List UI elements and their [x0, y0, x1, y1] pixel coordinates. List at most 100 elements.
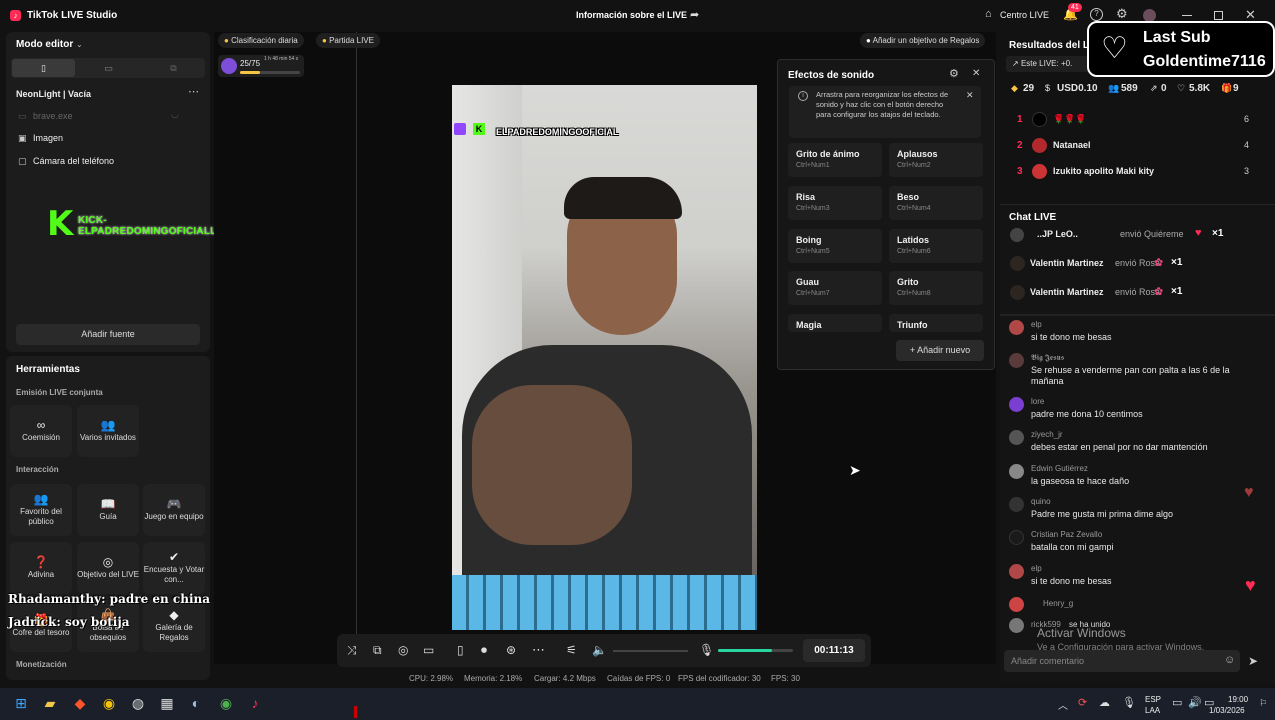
- tool-team-game[interactable]: 🎮 Juego en equipo: [143, 484, 205, 536]
- tray-cloud-icon[interactable]: ☁: [1099, 696, 1110, 709]
- tool-fan-favorite[interactable]: 👥 Favorito del público: [10, 484, 72, 536]
- network-icon[interactable]: ▭: [1172, 696, 1182, 709]
- tray-app-icon[interactable]: ⟳: [1078, 696, 1087, 709]
- comment-input[interactable]: Añadir comentario ☺: [1004, 650, 1240, 672]
- tray-chevron-icon[interactable]: ︿: [1058, 697, 1068, 712]
- source-image[interactable]: Imagen: [33, 133, 63, 143]
- tool-poll[interactable]: ✔ Encuesta y Votar con...: [143, 542, 205, 594]
- tiktok-studio-icon[interactable]: ♪: [244, 692, 266, 714]
- tool-guide[interactable]: 📖 Guía: [77, 484, 139, 536]
- maximize-icon[interactable]: [1214, 11, 1223, 20]
- hidden-eye-icon[interactable]: ◡: [171, 109, 179, 120]
- ranking-row-1[interactable]: 1 🌹🌹🌹 6: [1008, 112, 1263, 130]
- avatar: [1009, 320, 1024, 335]
- tool-guess[interactable]: ❓ Adivina: [10, 542, 72, 594]
- phone-icon[interactable]: ▯: [457, 643, 464, 657]
- scene-name[interactable]: NeonLight | Vacía: [16, 89, 91, 99]
- settings-gear-icon[interactable]: ⚙: [1116, 6, 1128, 22]
- ranking-row-3[interactable]: 3 Izukito apolito Maki kity 3: [1008, 164, 1263, 182]
- sfx-woof[interactable]: Guau Ctrl+Num7: [788, 271, 882, 305]
- sfx-boing[interactable]: Boing Ctrl+Num5: [788, 229, 882, 263]
- scene-more-icon[interactable]: ⋯: [188, 85, 199, 98]
- sfx-kiss[interactable]: Beso Ctrl+Num4: [889, 186, 983, 220]
- twitch-icon: [454, 123, 466, 135]
- creator-center-link[interactable]: Centro LIVE: [1000, 10, 1049, 20]
- effects-icon[interactable]: ⤨: [347, 643, 357, 658]
- tray-mic-icon[interactable]: 🎙: [1122, 696, 1136, 709]
- tool-live-goal[interactable]: ◎ Objetivo del LIVE: [77, 542, 139, 594]
- screen-share-icon[interactable]: ⧉: [373, 643, 382, 658]
- canvas-divider: [356, 32, 357, 662]
- sfx-heartbeat[interactable]: Latidos Ctrl+Num6: [889, 229, 983, 263]
- person-hair: [564, 177, 682, 219]
- clock-date[interactable]: 1/03/2026: [1209, 706, 1245, 715]
- this-live-chip[interactable]: ↗ Este LIVE: +0.: [1006, 56, 1096, 72]
- tool-gift-gallery[interactable]: ◆ Galería de Regalos: [143, 600, 205, 652]
- tool-cohost[interactable]: ∞ Coemisión: [10, 405, 72, 457]
- mic-slider[interactable]: [718, 649, 793, 652]
- dual-tab[interactable]: ⧉: [142, 59, 205, 77]
- rank-avatar: [1032, 164, 1047, 179]
- volume-slider[interactable]: [613, 650, 688, 652]
- minimize-icon[interactable]: [1182, 15, 1192, 16]
- chat-text: batalla con mi gampi: [1031, 542, 1114, 552]
- landscape-tab[interactable]: ▭: [77, 59, 140, 77]
- chrome-icon[interactable]: ◉: [98, 692, 120, 714]
- sfx-laugh[interactable]: Risa Ctrl+Num3: [788, 186, 882, 220]
- sfx-scream[interactable]: Grito Ctrl+Num8: [889, 271, 983, 305]
- steam-icon[interactable]: ◐: [185, 692, 207, 714]
- sfx-applause[interactable]: Aplausos Ctrl+Num2: [889, 143, 983, 177]
- close-panel-icon[interactable]: ✕: [972, 68, 980, 79]
- live-match-chip[interactable]: ● Partida LIVE: [316, 33, 380, 48]
- sfx-magic[interactable]: Magia: [788, 314, 882, 332]
- daily-rank-chip[interactable]: ● Clasificación diaria: [218, 33, 304, 48]
- windows-start-icon[interactable]: ⊞: [10, 692, 32, 714]
- dismiss-info-icon[interactable]: ✕: [966, 90, 974, 101]
- emoji-icon[interactable]: ☺: [1224, 654, 1235, 666]
- obs-icon[interactable]: ◍: [127, 692, 149, 714]
- portrait-tab[interactable]: ▯: [12, 59, 75, 77]
- keyboard-layout[interactable]: LAA: [1145, 706, 1160, 715]
- ranking-row-2[interactable]: 2 Natanael 4: [1008, 138, 1263, 156]
- panel-settings-icon[interactable]: ⚙: [949, 67, 959, 80]
- mic-icon[interactable]: 🎙: [699, 643, 714, 657]
- tool-multi-guest[interactable]: 👥 Varios invitados: [77, 405, 139, 457]
- goal-widget[interactable]: 25/75 1 h 48 min 54 s: [218, 55, 304, 77]
- chat-text: debes estar en penal por no dar mantenci…: [1031, 442, 1208, 452]
- gifts-value: 9: [1233, 83, 1239, 94]
- help-icon[interactable]: ?: [1090, 8, 1103, 21]
- language-code[interactable]: ESP: [1145, 695, 1161, 704]
- source-phone-camera[interactable]: Cámara del teléfono: [33, 156, 114, 166]
- share-icon[interactable]: ➦: [690, 8, 699, 21]
- brave-icon[interactable]: ◆: [69, 692, 91, 714]
- store-icon[interactable]: ▦: [156, 692, 178, 714]
- source-brave[interactable]: brave.exe: [33, 111, 73, 121]
- mixer-icon[interactable]: ⚟: [566, 643, 577, 657]
- ai-icon[interactable]: ◎: [398, 643, 408, 657]
- notifications-icon[interactable]: ⚐: [1259, 698, 1267, 709]
- send-icon[interactable]: ➤: [1248, 654, 1258, 668]
- clock-time[interactable]: 19:00: [1228, 695, 1248, 704]
- replay-icon[interactable]: ⊛: [506, 643, 516, 657]
- more-icon[interactable]: ⋯: [532, 642, 545, 658]
- volume-tray-icon[interactable]: 🔊: [1188, 696, 1202, 709]
- captions-icon[interactable]: ▭: [423, 643, 434, 657]
- sfx-triumph[interactable]: Triunfo: [889, 314, 983, 332]
- mode-selector[interactable]: Modo editor: [16, 39, 73, 50]
- home-icon[interactable]: ⌂: [985, 8, 992, 20]
- chevron-down-icon[interactable]: ⌄: [76, 40, 83, 49]
- live-info-title[interactable]: Información sobre el LIVE: [576, 10, 687, 20]
- rank-name: 🌹🌹🌹: [1053, 114, 1087, 124]
- add-source-button[interactable]: Añadir fuente: [16, 324, 200, 345]
- sound-info-text: Arrastra para reorganizar los efectos de…: [816, 90, 949, 119]
- sfx-cheer[interactable]: Grito de ánimo Ctrl+Num1: [788, 143, 882, 177]
- record-icon[interactable]: ⏺: [481, 643, 487, 658]
- speaker-icon[interactable]: 🔈: [592, 643, 607, 657]
- results-title: Resultados del LI: [1009, 40, 1092, 51]
- chat-username: Henry_g: [1043, 599, 1074, 608]
- file-explorer-icon[interactable]: ▰: [39, 692, 61, 714]
- add-sound-button[interactable]: + Añadir nuevo: [896, 340, 984, 361]
- team-game-icon: 🎮: [166, 496, 182, 511]
- add-gift-goal-chip[interactable]: ● Añadir un objetivo de Regalos: [860, 33, 986, 48]
- chrome-profile-icon[interactable]: ◉: [215, 692, 237, 714]
